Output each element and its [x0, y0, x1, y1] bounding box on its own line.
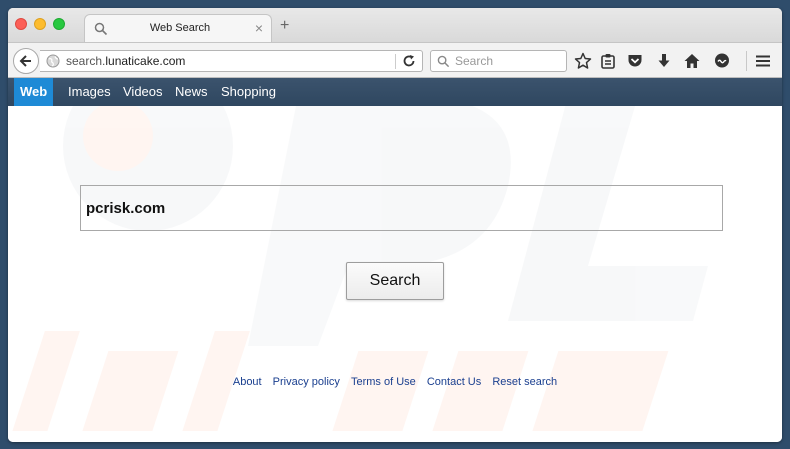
- tab-title: Web Search: [149, 22, 211, 34]
- zoom-window-button[interactable]: [53, 18, 65, 30]
- hamburger-menu-icon[interactable]: [754, 52, 772, 70]
- nav-shopping[interactable]: Shopping: [221, 78, 276, 106]
- page-content: Search About Privacy policy Terms of Use…: [8, 106, 782, 442]
- download-icon[interactable]: [655, 52, 673, 70]
- footer-links: About Privacy policy Terms of Use Contac…: [8, 376, 782, 388]
- new-tab-button[interactable]: +: [280, 18, 289, 34]
- tab-web-search[interactable]: Web Search ×: [84, 14, 272, 43]
- pocket-icon[interactable]: [626, 52, 644, 70]
- bookmark-star-icon[interactable]: [574, 52, 592, 70]
- site-navigation: Web Images Videos News Shopping: [8, 78, 782, 106]
- reload-icon[interactable]: [402, 54, 416, 68]
- nav-images[interactable]: Images: [68, 78, 111, 106]
- address-bar[interactable]: search.lunaticake.com: [40, 50, 423, 72]
- title-bar: Web Search × +: [8, 8, 782, 43]
- footer-link-privacy-policy[interactable]: Privacy policy: [273, 376, 340, 388]
- toolbar-divider: [746, 51, 747, 71]
- search-icon: [437, 55, 450, 68]
- nav-news[interactable]: News: [175, 78, 208, 106]
- url-divider: [395, 54, 396, 69]
- minimize-window-button[interactable]: [34, 18, 46, 30]
- chat-icon[interactable]: [713, 52, 731, 70]
- browser-search-input[interactable]: [455, 53, 563, 69]
- nav-videos[interactable]: Videos: [123, 78, 163, 106]
- url-prefix: search.: [66, 54, 106, 68]
- footer-link-terms-of-use[interactable]: Terms of Use: [351, 376, 416, 388]
- url-text: search.lunaticake.com: [66, 54, 185, 68]
- browser-search-bar[interactable]: [430, 50, 567, 72]
- globe-icon: [46, 54, 60, 68]
- back-button[interactable]: [13, 48, 39, 74]
- close-window-button[interactable]: [15, 18, 27, 30]
- nav-web[interactable]: Web: [14, 78, 54, 106]
- footer-link-about[interactable]: About: [233, 376, 262, 388]
- search-icon: [94, 22, 108, 36]
- reading-list-icon[interactable]: [599, 52, 617, 70]
- search-button[interactable]: Search: [346, 262, 444, 300]
- main-search-input[interactable]: [80, 185, 723, 231]
- footer-link-reset-search[interactable]: Reset search: [492, 376, 557, 388]
- tab-close-icon[interactable]: ×: [255, 20, 263, 36]
- browser-window: Web Search × + search.lunaticake.com Sea…: [8, 8, 782, 442]
- back-arrow-icon: [19, 55, 31, 67]
- navigation-toolbar: search.lunaticake.com: [8, 42, 782, 78]
- home-icon[interactable]: [683, 52, 701, 70]
- footer-link-contact-us[interactable]: Contact Us: [427, 376, 481, 388]
- url-host: lunaticake.com: [105, 54, 186, 68]
